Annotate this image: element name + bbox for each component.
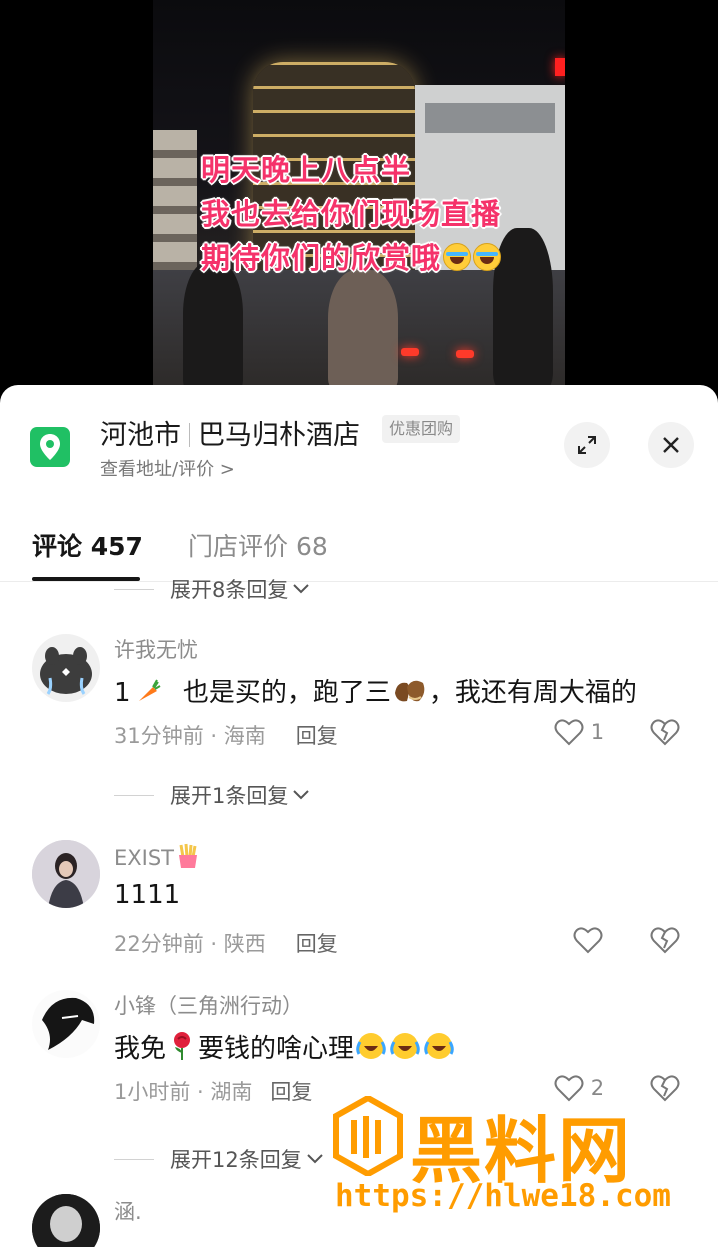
crying-laugh-icon (424, 1033, 454, 1059)
video-frame[interactable]: 明天晚上八点半 我也去给你们现场直播 期待你们的欣赏哦 (153, 0, 565, 400)
location-city: 河池市 (100, 420, 181, 451)
deal-badge[interactable]: 优惠团购 (382, 415, 461, 443)
comment-text: 1 也是买的，跑了三 ，我还有周大福的 (114, 672, 637, 709)
tab-bar: 评论 457 门店评价 68 (0, 525, 718, 582)
watermark-logo-icon (333, 1096, 403, 1176)
avatar[interactable] (32, 634, 100, 702)
heart-icon (554, 719, 584, 746)
avatar[interactable] (32, 840, 100, 908)
location-title[interactable]: 河池市 巴马归朴酒店 (100, 413, 360, 452)
location-header[interactable]: 河池市 巴马归朴酒店 优惠团购 查看地址/评价 > (0, 385, 718, 495)
broken-heart-icon (650, 719, 680, 746)
dislike-button[interactable] (650, 718, 680, 750)
reply-button[interactable]: 回复 (296, 724, 338, 748)
comment-text-part: 要钱的啥心理 (198, 1034, 355, 1064)
expand-replies-label: 展开8条回复 (170, 578, 289, 602)
caption-line-3: 期待你们的欣赏哦 (201, 236, 561, 280)
comment-username[interactable]: 许我无忧 (114, 634, 198, 664)
caption-line-3-text: 期待你们的欣赏哦 (201, 241, 442, 275)
comment-meta: 22分钟前 · 陕西 回复 (114, 928, 338, 958)
dislike-button[interactable] (650, 926, 680, 958)
heart-icon (573, 927, 603, 954)
comment-meta: 31分钟前 · 海南 回复 (114, 720, 338, 750)
divider (114, 1159, 154, 1160)
divider (114, 795, 154, 796)
carrot-icon (138, 679, 161, 701)
comment-time-location: 31分钟前 · 海南 (114, 724, 266, 748)
comment-text-part: 我免 (114, 1034, 167, 1064)
broken-heart-icon (650, 927, 680, 954)
like-button[interactable]: 1 (554, 718, 604, 746)
tail-light (456, 350, 474, 358)
crying-laugh-icon (390, 1033, 420, 1059)
divider (114, 589, 154, 590)
chestnut-icon (394, 680, 425, 702)
building-left (153, 130, 197, 270)
location-place: 巴马归朴酒店 (198, 420, 360, 451)
chevron-down-icon (307, 1154, 323, 1164)
expand-replies-button[interactable]: 展开1条回复 (114, 780, 310, 810)
tab-comments[interactable]: 评论 457 (32, 527, 143, 563)
tail-light (401, 348, 419, 356)
comment-text-part: 也是买的，跑了三 (182, 678, 391, 708)
watermark: 黑料网 https://hlwe18.com (330, 1092, 700, 1222)
red-light (555, 58, 565, 76)
expand-replies-button[interactable]: 展开12条回复 (114, 1144, 324, 1174)
chevron-down-icon (293, 584, 310, 594)
watermark-url: https://hlwe18.com (335, 1178, 671, 1214)
expand-icon (578, 436, 596, 454)
avatar[interactable] (32, 1194, 100, 1247)
expand-button[interactable] (564, 422, 610, 468)
comment-text: 我免 要钱的啥心理 (114, 1028, 456, 1065)
like-count: 1 (590, 720, 605, 744)
like-button[interactable] (573, 926, 603, 954)
comment-text-part: 1 (114, 678, 131, 708)
tears-of-joy-emoji-icon (473, 243, 502, 271)
close-icon (663, 437, 679, 453)
reply-button[interactable]: 回复 (270, 1080, 312, 1104)
comment-time-location: 1小时前 · 湖南 (114, 1080, 253, 1104)
reply-button[interactable]: 回复 (296, 932, 338, 956)
tears-of-joy-emoji-icon (443, 243, 472, 271)
comment-meta: 1小时前 · 湖南 回复 (114, 1076, 312, 1106)
comment-text: 1111 (114, 880, 181, 910)
location-pin-icon (30, 427, 70, 467)
scooter-rider (183, 262, 243, 392)
tab-store-reviews[interactable]: 门店评价 68 (188, 527, 328, 563)
comment-username[interactable]: 涵. (114, 1196, 142, 1226)
expand-replies-label: 展开12条回复 (170, 1148, 302, 1172)
close-button[interactable] (648, 422, 694, 468)
scooter-rider (328, 270, 398, 390)
comment-text-part: ，我还有周大福的 (428, 678, 637, 708)
caption-line-1: 明天晚上八点半 (201, 153, 412, 187)
video-caption: 明天晚上八点半 我也去给你们现场直播 期待你们的欣赏哦 (201, 148, 561, 280)
avatar[interactable] (32, 990, 100, 1058)
chevron-down-icon (293, 790, 310, 800)
rose-icon (174, 1032, 191, 1060)
view-address-link[interactable]: 查看地址/评价 > (100, 455, 235, 481)
comment-username[interactable]: 小锋（三角洲行动） (114, 990, 303, 1020)
crying-laugh-icon (356, 1033, 386, 1059)
fries-icon (179, 843, 198, 868)
comment-username[interactable]: EXIST (114, 843, 202, 870)
comment-time-location: 22分钟前 · 陕西 (114, 932, 266, 956)
expand-replies-button[interactable]: 展开8条回复 (114, 574, 310, 604)
caption-line-2: 我也去给你们现场直播 (201, 197, 502, 231)
video-player[interactable]: 明天晚上八点半 我也去给你们现场直播 期待你们的欣赏哦 (0, 0, 718, 400)
expand-replies-label: 展开1条回复 (170, 784, 289, 808)
comment-username-text: EXIST (114, 846, 175, 870)
divider (189, 423, 190, 447)
